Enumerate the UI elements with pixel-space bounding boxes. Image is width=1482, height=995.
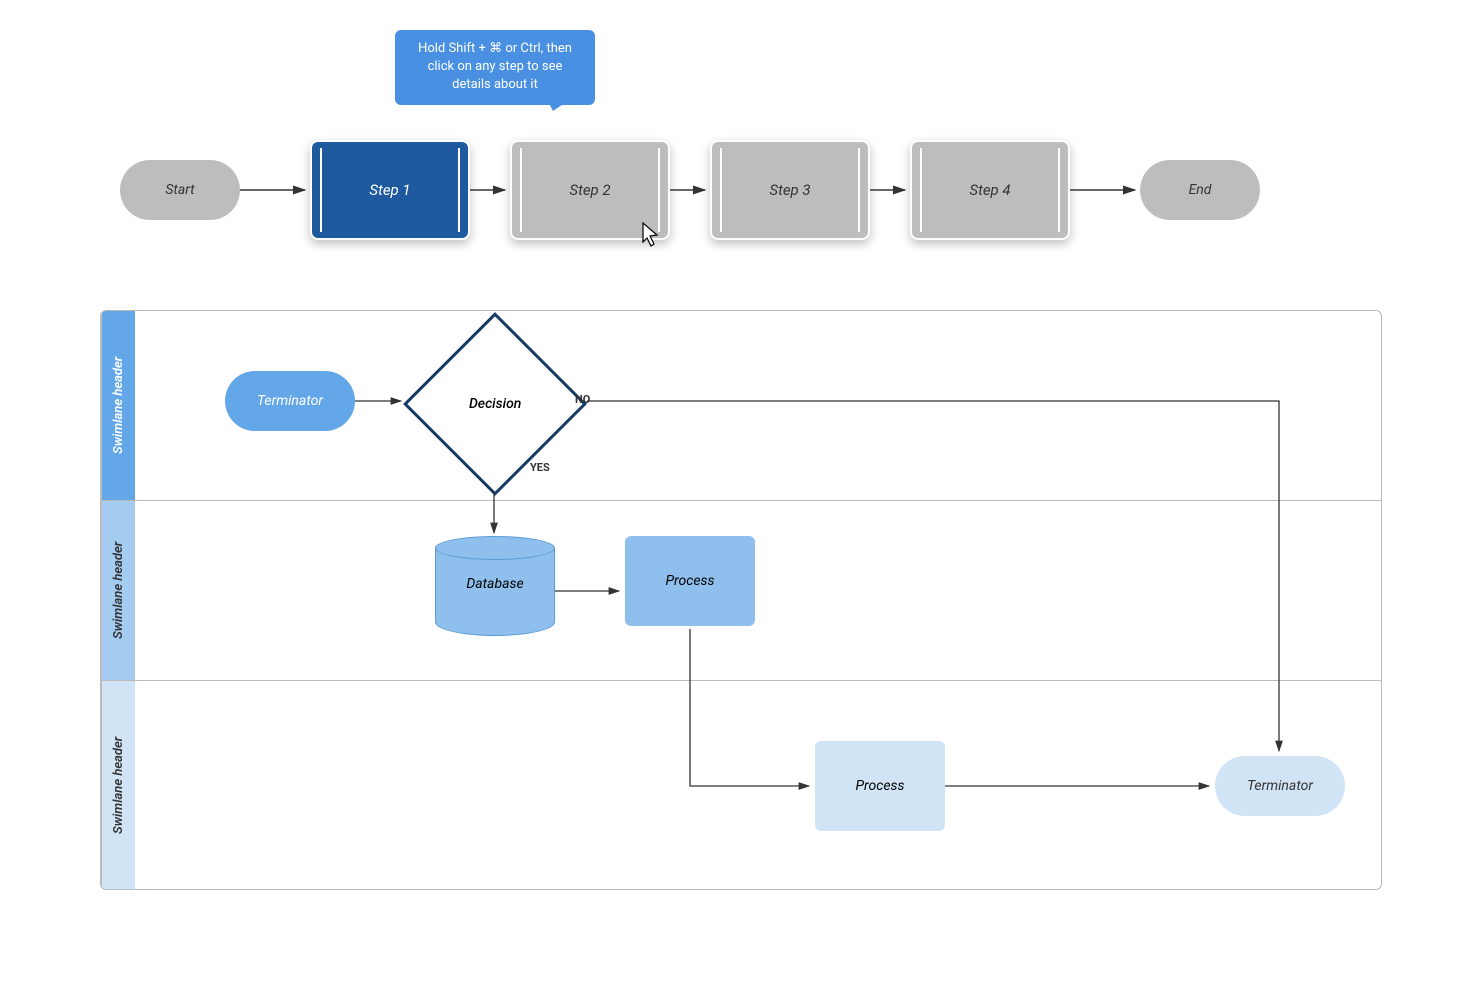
- swimlane-header-2[interactable]: Swimlane header: [101, 501, 135, 680]
- swimlane-3: Swimlane header Process Terminator: [101, 681, 1381, 890]
- decision-label: Decision: [469, 396, 521, 412]
- database-label: Database: [435, 576, 555, 592]
- decision-no-label: NO: [575, 393, 590, 406]
- step-3-label: Step 3: [769, 181, 810, 199]
- step-3[interactable]: Step 3: [710, 140, 870, 240]
- database-node[interactable]: Database: [435, 536, 555, 636]
- top-flow: Start Step 1 Step 2 Step 3 Step 4 End Ho…: [100, 30, 1382, 290]
- swimlane-container: Swimlane header Terminator Decision NO Y…: [100, 310, 1382, 890]
- swimlane-header-3[interactable]: Swimlane header: [101, 681, 135, 890]
- step-1[interactable]: Step 1: [310, 140, 470, 240]
- start-terminator[interactable]: Start: [120, 160, 240, 220]
- swimlane-1: Swimlane header Terminator Decision NO Y…: [101, 311, 1381, 501]
- step-4-label: Step 4: [969, 181, 1010, 199]
- step-2-label: Step 2: [569, 181, 610, 199]
- process-node-1[interactable]: Process: [625, 536, 755, 626]
- step-1-label: Step 1: [369, 181, 410, 199]
- swimlane-2: Swimlane header Database Process: [101, 501, 1381, 681]
- swimlane-header-1[interactable]: Swimlane header: [101, 311, 135, 500]
- terminator-node[interactable]: Terminator: [225, 371, 355, 431]
- step-4[interactable]: Step 4: [910, 140, 1070, 240]
- cursor-icon: [635, 220, 663, 250]
- end-terminator[interactable]: End: [1140, 160, 1260, 220]
- decision-node[interactable]: Decision: [403, 312, 587, 496]
- hint-tooltip: Hold Shift + ⌘ or Ctrl, then click on an…: [395, 30, 595, 105]
- terminator-node-2[interactable]: Terminator: [1215, 756, 1345, 816]
- process-node-2[interactable]: Process: [815, 741, 945, 831]
- decision-yes-label: YES: [530, 461, 550, 474]
